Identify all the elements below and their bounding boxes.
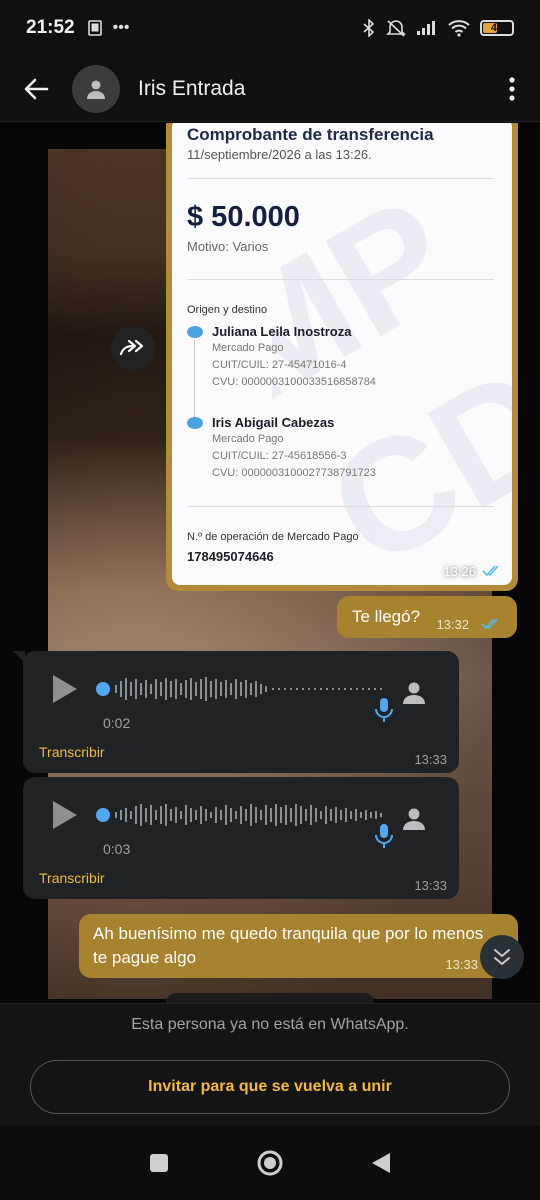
screen-icon xyxy=(87,20,102,36)
sender-avatar-icon xyxy=(403,808,425,830)
receipt-title: Comprobante de transferencia xyxy=(187,125,434,144)
message-text: Ah buenísimo me quedo tranquila que por … xyxy=(93,924,484,967)
date-chip xyxy=(166,993,374,1003)
read-ticks-icon xyxy=(481,618,498,630)
sender-avatar-icon xyxy=(403,682,425,704)
divider xyxy=(187,279,494,280)
origin-bank: Mercado Pago xyxy=(212,342,284,354)
forward-button[interactable] xyxy=(111,326,155,370)
scroll-to-bottom-button[interactable] xyxy=(480,935,524,979)
message-time: 13:33 xyxy=(445,957,478,972)
origin-cuit: CUIT/CUIL: 27-45471016-4 xyxy=(212,359,347,371)
invite-button[interactable]: Invitar para que se vuelva a unir xyxy=(30,1060,510,1114)
message-time: 13:33 xyxy=(414,878,447,893)
message-time: 13:26 xyxy=(443,564,476,579)
signal-icon xyxy=(417,21,435,35)
voice-duration: 0:03 xyxy=(103,841,131,857)
person-icon xyxy=(87,80,105,99)
battery-level: 49 xyxy=(490,22,504,34)
contact-left-notice: Esta persona ya no está en WhatsApp. xyxy=(131,1016,409,1033)
outgoing-message[interactable]: Te llegó? 13:32 xyxy=(337,596,517,638)
destination-cvu: CVU: 0000003100027738791723 xyxy=(212,467,376,479)
voice-message[interactable]: 0:02 Transcribir 13:33 xyxy=(13,651,459,773)
back-nav-icon[interactable] xyxy=(370,1151,392,1175)
play-icon[interactable] xyxy=(51,673,79,705)
message-time: 13:33 xyxy=(414,752,447,767)
audio-waveform[interactable] xyxy=(95,799,395,831)
operation-label: N.º de operación de Mercado Pago xyxy=(187,531,359,543)
double-chevron-down-icon xyxy=(494,949,510,965)
forward-icon xyxy=(119,339,144,356)
arrow-left-icon xyxy=(24,78,49,99)
wifi-icon xyxy=(448,20,470,37)
blocked-contact-footer: Esta persona ya no está en WhatsApp. Inv… xyxy=(0,1003,540,1125)
chat-area[interactable]: MP CD Comprobante de transferencia 11/sep… xyxy=(0,123,540,1003)
receipt-date: 11/septiembre/2026 a las 13:26. xyxy=(187,147,372,162)
status-time: 21:52 xyxy=(26,17,75,38)
transcribe-button[interactable]: Transcribir xyxy=(39,870,105,886)
mute-icon xyxy=(386,20,406,37)
voice-message[interactable]: 0:03 Transcribir 13:33 xyxy=(23,777,459,899)
chat-header: Iris Entrada xyxy=(0,56,540,122)
status-system-icons: 49 xyxy=(362,19,514,37)
receipt-section-label: Origen y destino xyxy=(187,304,268,316)
divider xyxy=(187,506,494,507)
origin-cvu: CVU: 0000003100033516858784 xyxy=(212,376,376,388)
mic-icon xyxy=(375,824,393,848)
contact-name[interactable]: Iris Entrada xyxy=(138,77,245,101)
back-button[interactable] xyxy=(18,71,54,107)
status-bar: 21:52 ••• 49 xyxy=(0,0,540,56)
image-message-receipt[interactable]: MP CD Comprobante de transferencia 11/sep… xyxy=(166,123,518,591)
outgoing-message[interactable]: Ah buenísimo me quedo tranquila que por … xyxy=(79,914,518,978)
voice-duration: 0:02 xyxy=(103,715,131,731)
destination-name: Iris Abigail Cabezas xyxy=(212,415,335,430)
destination-bank: Mercado Pago xyxy=(212,433,284,445)
audio-waveform[interactable] xyxy=(95,673,395,705)
message-text: Te llegó? xyxy=(352,607,421,626)
message-time: 13:32 xyxy=(436,617,469,632)
read-ticks-icon xyxy=(482,565,499,577)
recents-icon[interactable] xyxy=(148,1152,170,1174)
receipt-motivo: Motivo: Varios xyxy=(187,239,269,254)
contact-avatar[interactable] xyxy=(72,64,120,113)
more-vert-icon xyxy=(509,76,515,101)
origin-destination-connector xyxy=(194,340,195,420)
play-icon[interactable] xyxy=(51,799,79,831)
bank-logo-icon xyxy=(187,326,203,338)
bluetooth-icon xyxy=(363,19,375,37)
home-icon[interactable] xyxy=(256,1149,284,1177)
transcribe-button[interactable]: Transcribir xyxy=(39,744,105,760)
bank-logo-icon xyxy=(187,417,203,429)
divider xyxy=(187,178,494,179)
mic-icon xyxy=(375,698,393,722)
operation-number: 178495074646 xyxy=(187,549,274,564)
overflow-menu-button[interactable] xyxy=(502,71,522,107)
status-notification-icons: ••• xyxy=(87,19,130,37)
receipt-amount: $ 50.000 xyxy=(187,201,300,233)
system-navigation-bar xyxy=(0,1125,540,1200)
origin-name: Juliana Leila Inostroza xyxy=(212,324,352,339)
receipt-image: MP CD Comprobante de transferencia 11/sep… xyxy=(172,123,512,585)
more-notifications-icon: ••• xyxy=(112,19,130,36)
battery-icon: 49 xyxy=(480,20,514,36)
destination-cuit: CUIT/CUIL: 27-45618556-3 xyxy=(212,450,347,462)
